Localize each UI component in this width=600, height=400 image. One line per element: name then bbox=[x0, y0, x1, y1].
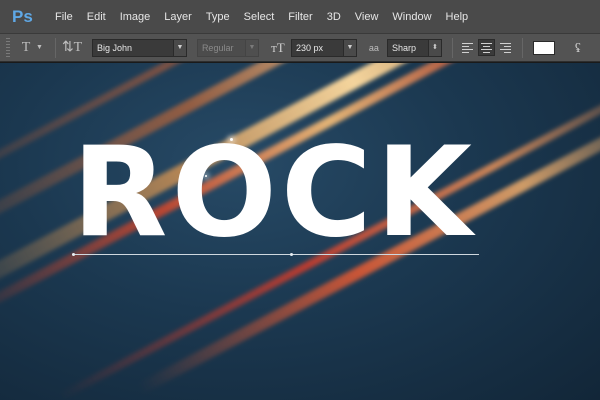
menu-edit[interactable]: Edit bbox=[80, 0, 113, 34]
menu-view[interactable]: View bbox=[348, 0, 386, 34]
type-options-bar: T ▼ ⇅T Big John ▼ Regular ▼ ᴛT 230 px ▼ … bbox=[0, 34, 600, 62]
align-right-button[interactable] bbox=[497, 39, 514, 56]
document-canvas[interactable]: ROCK bbox=[0, 63, 600, 400]
menu-3d[interactable]: 3D bbox=[320, 0, 348, 34]
font-size-icon: ᴛT bbox=[271, 39, 285, 55]
menu-type[interactable]: Type bbox=[199, 0, 237, 34]
photoshop-logo: Ps bbox=[12, 6, 33, 26]
text-baseline bbox=[72, 254, 479, 255]
align-center-button[interactable] bbox=[477, 39, 495, 56]
menu-image[interactable]: Image bbox=[113, 0, 158, 34]
font-family-value: Big John bbox=[96, 42, 132, 53]
font-family-select[interactable]: Big John ▼ bbox=[91, 38, 187, 57]
menu-layer[interactable]: Layer bbox=[157, 0, 199, 34]
font-size-select[interactable]: 230 px ▼ bbox=[290, 38, 357, 57]
text-baseline-handle[interactable] bbox=[290, 253, 293, 256]
antialias-select[interactable]: Sharp ⬍ bbox=[386, 38, 442, 57]
text-color-swatch[interactable] bbox=[532, 40, 555, 55]
canvas-text-layer[interactable]: ROCK bbox=[72, 131, 476, 255]
menu-bar: Ps File Edit Image Layer Type Select Fil… bbox=[0, 0, 600, 34]
menu-select[interactable]: Select bbox=[237, 0, 282, 34]
divider bbox=[521, 37, 523, 58]
antialias-value: Sharp bbox=[391, 42, 416, 53]
chevron-down-icon: ▼ bbox=[244, 39, 258, 56]
text-orientation-icon[interactable]: ⇅T bbox=[62, 39, 82, 56]
warp-text-icon[interactable]: ʢ bbox=[569, 40, 587, 56]
chevron-down-icon: ▼ bbox=[172, 39, 186, 56]
menu-file[interactable]: File bbox=[48, 0, 80, 34]
menu-help[interactable]: Help bbox=[439, 0, 476, 34]
chevron-updown-icon: ⬍ bbox=[427, 39, 441, 56]
options-bar-grip[interactable] bbox=[6, 37, 10, 58]
font-size-value: 230 px bbox=[295, 42, 323, 53]
menu-window[interactable]: Window bbox=[385, 0, 438, 34]
font-style-select[interactable]: Regular ▼ bbox=[196, 38, 259, 57]
type-tool-icon[interactable]: T bbox=[16, 40, 36, 56]
chevron-down-icon: ▼ bbox=[342, 39, 356, 56]
menu-filter[interactable]: Filter bbox=[281, 0, 319, 34]
divider bbox=[451, 37, 453, 58]
align-left-button[interactable] bbox=[459, 39, 476, 56]
tool-preset-chevron-down-icon[interactable]: ▼ bbox=[36, 44, 43, 51]
font-style-value: Regular bbox=[201, 42, 234, 53]
text-baseline-handle[interactable] bbox=[72, 253, 75, 256]
divider bbox=[54, 37, 56, 58]
antialias-icon: aa bbox=[368, 42, 379, 53]
